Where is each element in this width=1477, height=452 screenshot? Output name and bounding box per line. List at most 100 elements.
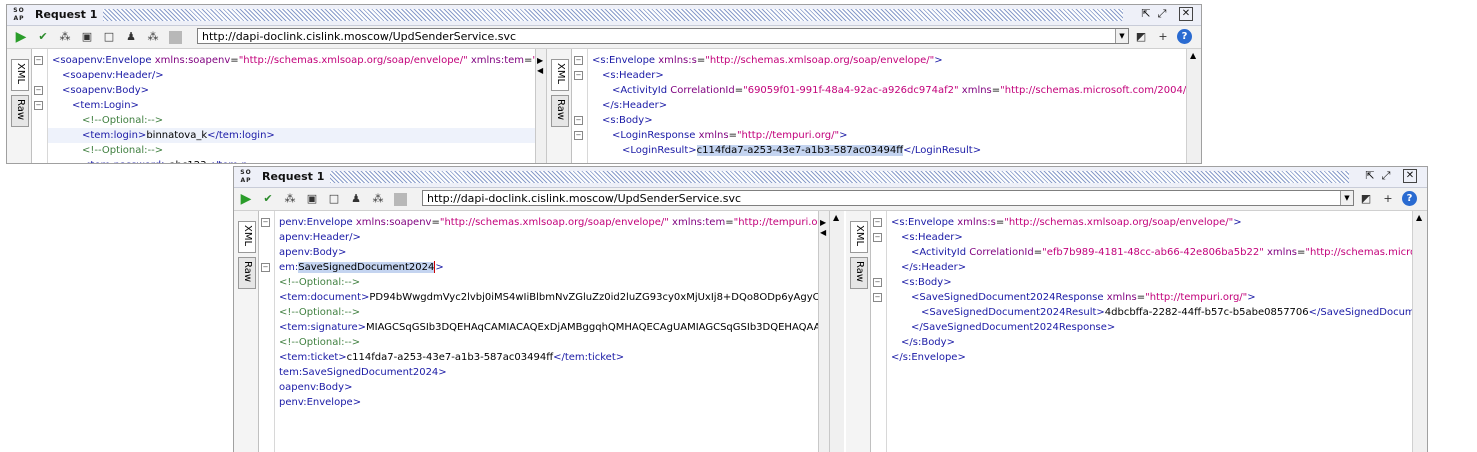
format-icon[interactable]: ⁂ [282,191,298,207]
back-request-window[interactable]: SO AP Request 1 ⇱ ⤢ ✕ ▶ ✔ ⁂ ▣ □ ♟ ⁂ http:… [6,4,1202,164]
xml-line[interactable]: </s:Envelope> [891,350,966,365]
tab-xml[interactable]: XML [11,59,29,91]
vertical-scrollbar[interactable]: ▲ [1186,49,1201,163]
xml-line[interactable]: <s:Header> [901,230,963,245]
collapse-icon[interactable]: − [34,56,43,65]
xml-line[interactable]: </SaveSignedDocument2024Response> [911,320,1115,335]
chevron-down-icon[interactable]: ▼ [1340,191,1353,205]
attach-icon[interactable]: ⁂ [370,191,386,207]
xml-line[interactable]: em:SaveSignedDocument2024> [279,260,444,275]
xml-line[interactable]: <tem:login>binnatova_k</tem:login> [82,128,275,143]
close-icon[interactable]: ✕ [1179,7,1193,21]
endpoint-url[interactable]: http://dapi-doclink.cislink.moscow/UpdSe… [197,28,1129,44]
collapse-icon[interactable]: − [34,101,43,110]
xml-line[interactable]: <s:Header> [602,68,664,83]
xml-line[interactable]: <soapenv:Envelope xmlns:soapenv="http://… [52,53,535,68]
xml-line[interactable]: <s:Body> [901,275,952,290]
response-xml-editor[interactable]: <s:Envelope xmlns:s="http://schemas.xmls… [886,211,1427,452]
xml-line[interactable]: apenv:Header/> [279,230,361,245]
collapse-icon[interactable]: − [261,263,270,272]
attach-icon[interactable]: ⁂ [145,29,161,45]
endpoint-url[interactable]: http://dapi-doclink.cislink.moscow/UpdSe… [422,190,1354,206]
collapse-icon[interactable]: − [574,131,583,140]
xml-line[interactable]: <soapenv:Body> [62,83,149,98]
xml-line[interactable]: apenv:Body> [279,245,346,260]
add-icon[interactable]: + [1380,191,1396,207]
xml-line[interactable]: penv:Envelope xmlns:soapenv="http://sche… [279,215,818,230]
xml-line[interactable]: <tem:password>abc123</tem:p [82,158,248,163]
xml-line[interactable]: <!--Optional:--> [279,305,360,320]
undock-icon[interactable]: ⇱ [1139,7,1153,21]
tab-xml[interactable]: XML [238,221,256,253]
format-icon[interactable]: ⁂ [57,29,73,45]
xml-line[interactable]: <!--Optional:--> [279,275,360,290]
collapse-icon[interactable]: − [34,86,43,95]
run-icon[interactable]: ▶ [238,191,254,207]
xml-line[interactable]: <soapenv:Header/> [62,68,164,83]
request-xml-editor[interactable]: <soapenv:Envelope xmlns:soapenv="http://… [47,49,535,163]
xml-line[interactable]: <s:Envelope xmlns:s="http://schemas.xmls… [592,53,943,68]
xml-line[interactable]: <!--Optional:--> [279,335,360,350]
xml-line[interactable]: <!--Optional:--> [82,113,163,128]
front-title-bar[interactable]: SO AP Request 1 ⇱ ⤢ ✕ [234,167,1427,188]
back-title-bar[interactable]: SO AP Request 1 ⇱ ⤢ ✕ [7,5,1201,26]
collapse-icon[interactable]: − [873,233,882,242]
tab-raw[interactable]: Raw [238,257,256,289]
chevron-down-icon[interactable]: ▼ [1115,29,1128,43]
run-icon[interactable]: ▶ [13,29,29,45]
collapse-icon[interactable]: − [574,56,583,65]
collapse-icon[interactable]: − [873,218,882,227]
xml-line[interactable]: <s:Body> [602,113,653,128]
tab-raw[interactable]: Raw [551,95,569,127]
fit-icon[interactable]: ▣ [79,29,95,45]
xml-line[interactable]: <LoginResult>c114fda7-a253-43e7-a1b3-587… [622,143,981,158]
xml-line[interactable]: penv:Envelope> [279,395,361,410]
xml-line[interactable]: <!--Optional:--> [82,143,163,158]
collapse-icon[interactable]: − [261,218,270,227]
xml-line[interactable]: <LoginResponse xmlns="http://tempuri.org… [612,128,848,143]
xml-line[interactable]: <SaveSignedDocument2024Response xmlns="h… [911,290,1256,305]
pane-splitter[interactable]: ▶ ◀ [535,49,547,163]
xml-line[interactable]: <tem:document>PD94bWwgdmVyc2lvbj0iMS4wIi… [279,290,818,305]
tab-raw[interactable]: Raw [11,95,29,127]
xml-line[interactable]: <s:Envelope xmlns:s="http://schemas.xmls… [891,215,1242,230]
response-xml-editor[interactable]: <s:Envelope xmlns:s="http://schemas.xmls… [587,49,1201,163]
undock-icon[interactable]: ⇱ [1363,169,1377,183]
help-icon[interactable]: ? [1402,191,1417,206]
wsa-icon[interactable]: ◩ [1133,29,1149,45]
xml-line[interactable]: </s:Header> [602,98,667,113]
front-request-window[interactable]: SO AP Request 1 ⇱ ⤢ ✕ ▶ ✔ ⁂ ▣ □ ♟ ⁂ http:… [233,166,1428,452]
collapse-icon[interactable]: − [873,293,882,302]
user-icon[interactable]: ♟ [348,191,364,207]
vertical-scrollbar[interactable]: ▲ [1412,211,1427,452]
tab-raw[interactable]: Raw [850,257,868,289]
help-icon[interactable]: ? [1177,29,1192,44]
collapse-icon[interactable]: − [574,71,583,80]
validate-icon[interactable]: ✔ [35,29,51,45]
vertical-scrollbar[interactable]: ▲ [830,211,844,452]
xml-line[interactable]: </s:Body> [901,335,955,350]
maximize-icon[interactable]: ⤢ [1155,7,1169,21]
xml-line[interactable]: <SaveSignedDocument2024Result>4dbcbffa-2… [921,305,1427,320]
tab-xml[interactable]: XML [850,221,868,253]
maximize-icon[interactable]: ⤢ [1379,169,1393,183]
validate-icon[interactable]: ✔ [260,191,276,207]
xml-line[interactable]: <ActivityId CorrelationId="69059f01-991f… [612,83,1201,98]
xml-line[interactable]: <ActivityId CorrelationId="efb7b989-4181… [911,245,1427,260]
xml-line[interactable]: oapenv:Body> [279,380,352,395]
request-xml-editor[interactable]: penv:Envelope xmlns:soapenv="http://sche… [274,211,818,452]
wsa-icon[interactable]: ◩ [1358,191,1374,207]
xml-line[interactable]: tem:SaveSignedDocument2024> [279,365,447,380]
fit-icon[interactable]: ▣ [304,191,320,207]
xml-line[interactable]: <tem:ticket>c114fda7-a253-43e7-a1b3-587a… [279,350,624,365]
pane-splitter[interactable]: ▶ ◀ [818,211,830,452]
xml-line[interactable]: </s:Header> [901,260,966,275]
tab-xml[interactable]: XML [551,59,569,91]
add-icon[interactable]: + [1155,29,1171,45]
collapse-icon[interactable]: − [873,278,882,287]
stop-icon[interactable]: □ [101,29,117,45]
xml-line[interactable]: <tem:Login> [72,98,139,113]
user-icon[interactable]: ♟ [123,29,139,45]
close-icon[interactable]: ✕ [1403,169,1417,183]
stop-icon[interactable]: □ [326,191,342,207]
